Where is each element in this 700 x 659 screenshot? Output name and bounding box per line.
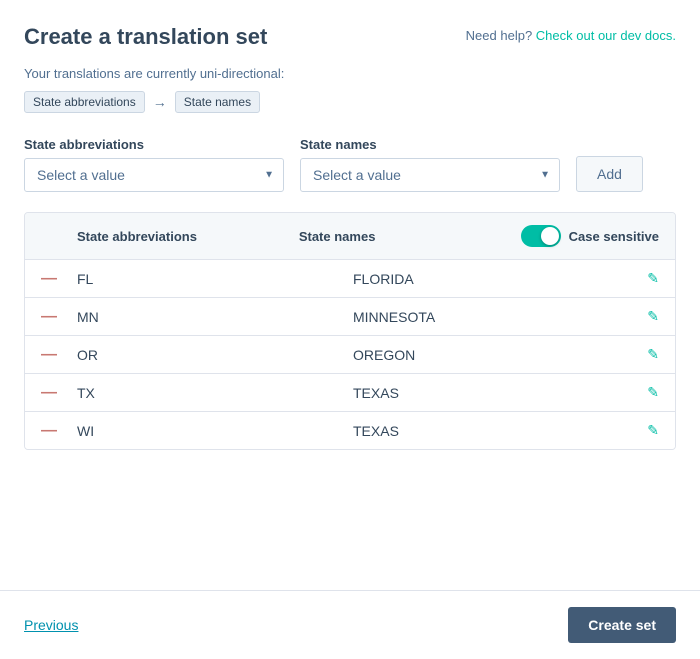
- col-name-header: State names: [299, 229, 521, 244]
- edit-icon[interactable]: ✎: [647, 270, 659, 287]
- delete-icon[interactable]: —: [41, 385, 57, 401]
- table-row: — MN MINNESOTA ✎: [25, 298, 675, 336]
- table-row: — WI TEXAS ✎: [25, 412, 675, 449]
- row-edit-cell: ✎: [629, 384, 659, 401]
- table-header: State abbreviations State names Case sen…: [25, 213, 675, 260]
- row-delete-cell: —: [41, 309, 77, 325]
- footer: Previous Create set: [0, 590, 700, 659]
- row-edit-cell: ✎: [629, 308, 659, 325]
- toggle-track: [521, 225, 561, 247]
- row-abbrev: WI: [77, 423, 353, 439]
- table-row: — TX TEXAS ✎: [25, 374, 675, 412]
- help-prefix: Need help?: [466, 28, 533, 43]
- page-title: Create a translation set: [24, 24, 267, 50]
- from-select[interactable]: Select a value: [24, 158, 284, 192]
- table-row: — OR OREGON ✎: [25, 336, 675, 374]
- row-delete-cell: —: [41, 385, 77, 401]
- table-body: — FL FLORIDA ✎ — MN MINNESOTA ✎ — OR ORE…: [25, 260, 675, 449]
- case-label: Case sensitive: [569, 229, 659, 244]
- row-name: OREGON: [353, 347, 629, 363]
- edit-icon[interactable]: ✎: [647, 384, 659, 401]
- toggle-thumb: [541, 227, 559, 245]
- create-set-button[interactable]: Create set: [568, 607, 676, 643]
- translation-table: State abbreviations State names Case sen…: [24, 212, 676, 450]
- delete-icon[interactable]: —: [41, 347, 57, 363]
- help-link[interactable]: Check out our dev docs.: [536, 28, 676, 43]
- row-abbrev: TX: [77, 385, 353, 401]
- to-select-group: State names Select a value ▼: [300, 137, 560, 192]
- row-delete-cell: —: [41, 347, 77, 363]
- to-column-label: State names: [300, 137, 560, 152]
- from-select-group: State abbreviations Select a value ▼: [24, 137, 284, 192]
- from-column-label: State abbreviations: [24, 137, 284, 152]
- row-name: TEXAS: [353, 385, 629, 401]
- arrow-icon: →: [153, 94, 167, 110]
- case-sensitive-toggle[interactable]: [521, 225, 561, 247]
- delete-icon[interactable]: —: [41, 423, 57, 439]
- row-delete-cell: —: [41, 271, 77, 287]
- row-name: MINNESOTA: [353, 309, 629, 325]
- previous-button[interactable]: Previous: [24, 617, 78, 633]
- row-abbrev: OR: [77, 347, 353, 363]
- to-select[interactable]: Select a value: [300, 158, 560, 192]
- edit-icon[interactable]: ✎: [647, 346, 659, 363]
- edit-icon[interactable]: ✎: [647, 308, 659, 325]
- select-row: State abbreviations Select a value ▼ Sta…: [24, 137, 676, 192]
- col-case-header: Case sensitive: [521, 225, 659, 247]
- delete-icon[interactable]: —: [41, 309, 57, 325]
- edit-icon[interactable]: ✎: [647, 422, 659, 439]
- add-button[interactable]: Add: [576, 156, 643, 192]
- row-name: FLORIDA: [353, 271, 629, 287]
- row-delete-cell: —: [41, 423, 77, 439]
- to-badge: State names: [175, 91, 260, 113]
- table-row: — FL FLORIDA ✎: [25, 260, 675, 298]
- row-name: TEXAS: [353, 423, 629, 439]
- direction-badges: State abbreviations → State names: [24, 91, 676, 113]
- to-select-wrapper: Select a value ▼: [300, 158, 560, 192]
- row-abbrev: MN: [77, 309, 353, 325]
- row-edit-cell: ✎: [629, 422, 659, 439]
- col-abbrev-header: State abbreviations: [77, 229, 299, 244]
- row-abbrev: FL: [77, 271, 353, 287]
- row-edit-cell: ✎: [629, 270, 659, 287]
- from-select-wrapper: Select a value ▼: [24, 158, 284, 192]
- row-edit-cell: ✎: [629, 346, 659, 363]
- direction-info: Your translations are currently uni-dire…: [24, 66, 676, 81]
- from-badge: State abbreviations: [24, 91, 145, 113]
- page-header: Create a translation set Need help? Chec…: [24, 24, 676, 50]
- help-text: Need help? Check out our dev docs.: [466, 24, 676, 43]
- delete-icon[interactable]: —: [41, 271, 57, 287]
